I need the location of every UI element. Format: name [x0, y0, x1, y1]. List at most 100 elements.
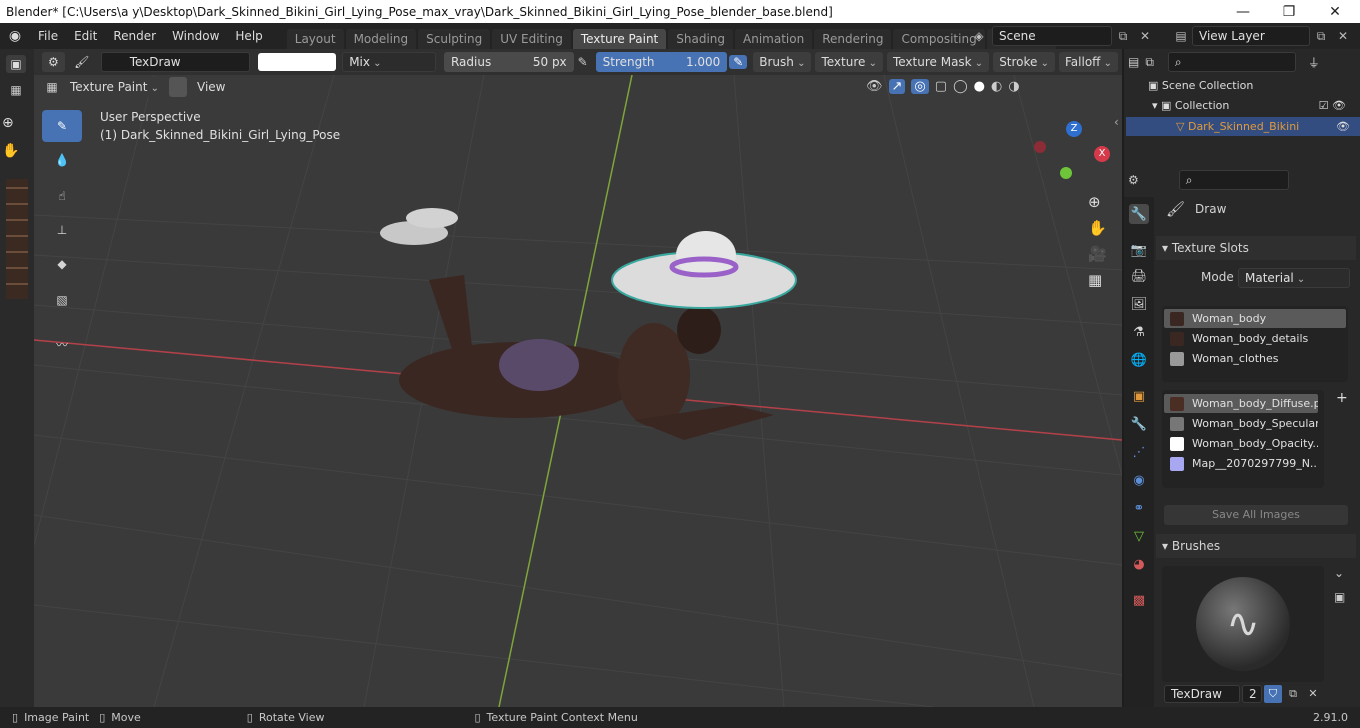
outliner-search-input[interactable]: ⌕: [1167, 52, 1296, 72]
rendered-shading-icon[interactable]: ◑: [1008, 79, 1019, 94]
brush-name-field-props[interactable]: TexDraw: [1164, 685, 1240, 703]
scene-browse-icon[interactable]: ◈: [966, 29, 992, 43]
ortho-toggle-icon[interactable]: ▦: [1088, 271, 1107, 289]
output-properties-tab[interactable]: 🖨: [1129, 266, 1149, 286]
list-item-texture[interactable]: Woman_body_Diffuse.p...: [1164, 394, 1318, 413]
texture-menu[interactable]: Texture: [815, 52, 883, 72]
scene-new-icon[interactable]: ⧉: [1112, 29, 1134, 44]
solid-shading-icon[interactable]: ●: [974, 79, 985, 94]
tab-texture-paint[interactable]: Texture Paint: [572, 29, 667, 49]
list-item-material[interactable]: Woman_clothes: [1164, 349, 1346, 368]
save-all-images-button[interactable]: Save All Images: [1164, 505, 1348, 525]
view-layer-delete-icon[interactable]: ✕: [1332, 29, 1354, 43]
properties-editor-icon[interactable]: ⚙: [1128, 173, 1139, 187]
falloff-menu[interactable]: Falloff: [1059, 52, 1118, 72]
gizmo-y-axis[interactable]: [1060, 167, 1072, 179]
draw-tool[interactable]: ✎: [42, 110, 82, 142]
maximize-button[interactable]: ❐: [1266, 0, 1312, 23]
display-mode-icon[interactable]: ⧉: [1145, 55, 1154, 70]
tool-properties-tab[interactable]: 🔧: [1129, 204, 1149, 224]
stroke-menu[interactable]: Stroke: [993, 52, 1055, 72]
sidebar-toggle-icon[interactable]: ‹: [1114, 115, 1119, 129]
texture-properties-tab[interactable]: ▩: [1129, 590, 1149, 610]
list-item-texture[interactable]: Woman_body_Opacity....: [1164, 434, 1318, 453]
tab-layout[interactable]: Layout: [286, 29, 344, 49]
world-properties-tab[interactable]: 🌐: [1129, 350, 1149, 370]
collection-row[interactable]: ▾ ▣ Collection ☑ 👁: [1152, 99, 1356, 112]
gizmo-z-axis[interactable]: Z: [1066, 121, 1082, 137]
pan-view-icon[interactable]: ✋: [1088, 219, 1107, 237]
brush-custom-icon[interactable]: ▣: [1334, 590, 1345, 604]
scene-properties-tab[interactable]: ⚗: [1129, 322, 1149, 342]
annotate-tool[interactable]: 〰: [42, 328, 82, 360]
strength-slider[interactable]: Strength 1.000: [595, 52, 728, 72]
view-layer-browse-icon[interactable]: ▤: [1170, 29, 1192, 43]
object-visibility-icon[interactable]: 👁: [1336, 117, 1350, 136]
particles-properties-tab[interactable]: ⋰: [1129, 442, 1149, 462]
brush-name-field[interactable]: TexDraw: [100, 52, 251, 72]
clone-tool[interactable]: ⊥: [42, 214, 82, 246]
scene-field[interactable]: Scene: [992, 26, 1112, 46]
brushes-panel-header[interactable]: ▾ Brushes: [1156, 534, 1356, 558]
viewport-editor-type-icon[interactable]: ▦: [40, 80, 64, 94]
view-layer-field[interactable]: View Layer: [1192, 26, 1310, 46]
scene-collection-row[interactable]: ▣ Scene Collection: [1148, 79, 1253, 92]
mode-dropdown-props[interactable]: Material: [1238, 268, 1350, 288]
gizmo-toggle-icon[interactable]: ↗: [888, 79, 906, 94]
menu-window[interactable]: Window: [164, 23, 227, 49]
editor-type-icon[interactable]: ▣: [6, 55, 26, 73]
mode-dropdown[interactable]: Texture Paint: [64, 77, 165, 97]
tool-settings-icon[interactable]: ⚙: [42, 52, 65, 72]
material-shading-icon[interactable]: ◐: [991, 79, 1002, 94]
tab-rendering[interactable]: Rendering: [814, 29, 892, 49]
minimize-button[interactable]: —: [1220, 0, 1266, 23]
filter-icon[interactable]: ⏚: [1308, 54, 1320, 71]
tab-animation[interactable]: Animation: [735, 29, 813, 49]
list-item-material[interactable]: Woman_body_details: [1164, 329, 1346, 348]
overlay-toggle-icon[interactable]: ◎: [911, 79, 929, 94]
camera-view-icon[interactable]: 🎥: [1088, 245, 1107, 263]
texture-slots-panel-header[interactable]: ▾ Texture Slots: [1156, 236, 1356, 260]
view-menu[interactable]: View: [191, 77, 231, 97]
zoom-view-icon[interactable]: ⊕: [1088, 193, 1107, 211]
gizmo-x-axis[interactable]: X: [1094, 146, 1110, 162]
menu-help[interactable]: Help: [227, 23, 270, 49]
mask-tool[interactable]: ▧: [42, 284, 82, 316]
wireframe-shading-icon[interactable]: ◯: [953, 79, 968, 94]
tab-sculpting[interactable]: Sculpting: [418, 29, 491, 49]
duplicate-brush-icon[interactable]: ⧉: [1284, 685, 1302, 703]
blend-mode-dropdown[interactable]: Mix: [342, 52, 436, 72]
unlink-brush-icon[interactable]: ✕: [1304, 685, 1322, 703]
smear-tool[interactable]: ☝: [42, 180, 82, 212]
navigation-gizmo[interactable]: Z X: [1032, 121, 1110, 191]
outliner-editor-icon[interactable]: ▤: [1128, 55, 1139, 69]
list-item-texture[interactable]: Woman_body_Specular...: [1164, 414, 1318, 433]
tab-modeling[interactable]: Modeling: [345, 29, 417, 49]
texture-mask-menu[interactable]: Texture Mask: [886, 52, 990, 72]
scene-delete-icon[interactable]: ✕: [1134, 29, 1156, 43]
gizmo-neg-x-axis[interactable]: [1034, 141, 1046, 153]
menu-render[interactable]: Render: [105, 23, 164, 49]
strength-pressure-icon[interactable]: ✎: [729, 55, 748, 69]
brush-icon[interactable]: 🖌: [69, 55, 95, 69]
expand-collection-icon[interactable]: ▾ ▣: [1152, 99, 1175, 112]
view-layer-properties-tab[interactable]: 🖼: [1129, 294, 1149, 314]
brush-menu[interactable]: Brush: [753, 52, 812, 72]
pan-hand-icon[interactable]: ✋: [2, 143, 22, 163]
collection-visibility-icon[interactable]: ☑ 👁: [1319, 99, 1346, 112]
fake-user-shield-icon[interactable]: ⛉: [1264, 685, 1282, 703]
image-browse-icon[interactable]: ▦: [6, 81, 26, 99]
blender-logo-icon[interactable]: ◉: [0, 28, 30, 44]
add-texture-slot-button[interactable]: +: [1336, 390, 1348, 406]
tab-uv-editing[interactable]: UV Editing: [492, 29, 571, 49]
xray-icon[interactable]: ▢: [935, 79, 947, 94]
list-item-texture[interactable]: Map__2070297799_N...: [1164, 454, 1318, 473]
brush-preview[interactable]: ∿: [1162, 566, 1324, 682]
visibility-icon[interactable]: 👁: [866, 79, 883, 94]
menu-file[interactable]: File: [30, 23, 66, 49]
radius-slider[interactable]: Radius 50 px: [443, 52, 574, 72]
modifier-properties-tab[interactable]: 🔧: [1129, 414, 1149, 434]
radius-pressure-icon[interactable]: ✎: [574, 55, 592, 69]
properties-search-input[interactable]: ⌕: [1178, 170, 1289, 190]
brush-color-swatch[interactable]: [258, 53, 337, 71]
